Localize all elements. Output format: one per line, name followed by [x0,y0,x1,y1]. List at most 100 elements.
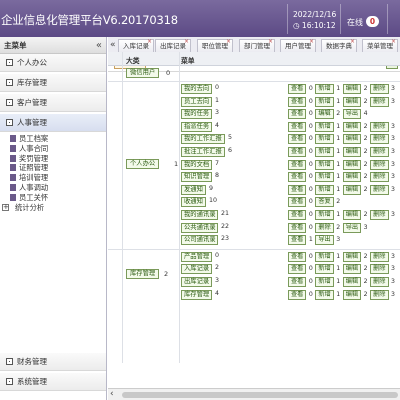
permission-checkbox[interactable]: 查看 [288,222,307,233]
close-icon[interactable]: × [147,37,152,48]
permission-checkbox[interactable]: 删除 [370,289,389,300]
sidebar-item-personal-office[interactable]: 个人办公 [0,54,106,72]
permission-checkbox[interactable]: 编辑 [342,84,362,94]
permission-checkbox[interactable]: 查看 [288,134,307,145]
tab-departments[interactable]: 部门管理 × [239,38,275,53]
tree-item-employee-files[interactable]: 员工档案 [10,134,106,144]
permission-checkbox[interactable]: 查看 [288,84,307,94]
sidebar-item-hr[interactable]: 人事管理 [0,114,106,132]
close-icon[interactable]: × [184,37,189,48]
permission-checkbox[interactable]: 删除 [370,184,389,195]
tree-item-care[interactable]: 员工关怀 [10,193,106,203]
menu-item-button[interactable]: 我的工作汇报 [181,134,225,145]
permission-checkbox[interactable]: 编辑 [342,172,362,183]
permission-checkbox[interactable]: 查看 [288,184,307,195]
permission-checkbox[interactable]: 删除 [370,96,389,107]
permission-checkbox[interactable]: 查看 [288,210,307,220]
permission-checkbox[interactable]: 删除 [370,172,389,183]
permission-checkbox[interactable]: 导出 [342,222,362,233]
menu-item-button[interactable]: 出库记录 [181,277,213,287]
tab-users[interactable]: 用户管理 × [280,37,316,53]
permission-checkbox[interactable]: 删除 [370,264,389,275]
permission-checkbox[interactable]: 删除 [315,222,334,233]
permission-checkbox[interactable]: 查看 [288,96,307,107]
tab-scroll-left-icon[interactable]: « [110,40,116,50]
permission-checkbox[interactable]: 导出 [315,235,334,246]
close-icon[interactable]: × [350,37,355,48]
close-icon[interactable]: × [226,37,231,48]
permission-checkbox[interactable]: 删除 [370,147,389,157]
permission-checkbox[interactable]: 删除 [370,277,389,287]
permission-checkbox[interactable]: 编辑 [342,96,362,107]
permission-checkbox[interactable]: 新增 [315,264,334,275]
permission-checkbox[interactable]: 新增 [315,84,334,94]
sidebar-item-inventory[interactable]: 库存管理 [0,74,106,92]
tree-item-statistics[interactable]: + 统计分析 [2,203,106,213]
category-wechat-users[interactable]: 微信用户 [126,68,160,78]
permission-checkbox[interactable]: 编辑 [315,109,334,120]
permission-checkbox[interactable]: 新增 [315,96,334,107]
tab-positions[interactable]: 职位管理 × [197,37,233,53]
permission-checkbox[interactable]: 新增 [315,121,334,132]
menu-item-button[interactable]: 公司通讯录 [181,235,219,246]
menu-item-button[interactable]: 产品管理 [181,251,213,262]
permission-checkbox[interactable]: 删除 [370,251,389,262]
permission-checkbox[interactable]: 查看 [288,197,307,208]
sidebar-item-finance[interactable]: 财务管理 [0,353,106,371]
permission-checkbox[interactable]: 新增 [315,210,334,220]
menu-item-button[interactable]: 我的去向 [181,84,213,94]
tab-menus[interactable]: 菜单管理 × [362,37,398,53]
permission-checkbox[interactable]: 编辑 [342,251,362,262]
permission-checkbox[interactable]: 新增 [315,289,334,300]
tree-item-rewards[interactable]: 奖罚管理 [10,154,106,164]
collapse-sidebar-icon[interactable]: « [96,37,102,54]
tab-outbound[interactable]: 出库记录 × [155,37,191,53]
menu-item-button[interactable]: 入库记录 [181,264,213,275]
permission-checkbox[interactable]: 删除 [370,84,389,94]
sidebar-item-system[interactable]: 系统管理 [0,373,106,391]
permission-checkbox[interactable]: 编辑 [342,210,362,220]
tree-item-certificates[interactable]: 证照管理 [10,163,106,173]
permission-checkbox[interactable]: 编辑 [342,289,362,300]
permission-checkbox[interactable]: 编辑 [342,159,362,170]
permission-checkbox[interactable]: 新增 [315,251,334,262]
permission-checkbox[interactable]: 查看 [288,172,307,183]
permission-checkbox[interactable]: 查看 [288,121,307,132]
permission-checkbox[interactable]: 新增 [315,134,334,145]
scrollbar-thumb[interactable] [122,392,398,398]
menu-item-button[interactable]: 公共通讯录 [181,222,219,233]
sidebar-item-customers[interactable]: 客户管理 [0,94,106,112]
menu-item-button[interactable]: 我的任务 [181,109,213,120]
menu-item-button[interactable]: 知识管理 [181,172,213,183]
tree-item-training[interactable]: 培训管理 [10,173,106,183]
permission-checkbox[interactable]: 编辑 [342,264,362,275]
menu-item-button[interactable]: 收通知 [181,197,206,208]
menu-item-button[interactable]: 指派任务 [181,121,213,132]
permission-checkbox[interactable]: 导出 [342,109,362,120]
category-inventory[interactable]: 库存管理 [126,269,160,280]
permission-checkbox[interactable]: 新增 [315,277,334,287]
permission-checkbox[interactable]: 新增 [315,159,334,170]
tree-item-hr-contract[interactable]: 人事合同 [10,144,106,154]
menu-item-button[interactable]: 员工去向 [181,96,213,107]
permission-checkbox[interactable]: 编辑 [342,121,362,132]
category-personal-office[interactable]: 个人办公 [126,158,160,169]
permission-checkbox[interactable]: 查看 [288,277,307,287]
tree-item-transfer[interactable]: 人事调动 [10,183,106,193]
permission-checkbox[interactable]: 新增 [315,147,334,157]
tab-inbound[interactable]: 入库记录 × [118,37,154,53]
menu-item-button[interactable]: 批注工作汇报 [181,147,225,157]
permission-checkbox[interactable]: 新增 [315,172,334,183]
permission-checkbox[interactable]: 新增 [315,184,334,195]
expand-plus-icon[interactable]: + [2,203,9,211]
permission-checkbox[interactable]: 查看 [288,289,307,300]
permission-checkbox[interactable]: 删除 [370,159,389,170]
permission-checkbox[interactable]: 答复 [315,197,334,208]
menu-item-button[interactable]: 库存管理 [181,289,213,300]
permission-checkbox[interactable]: 查看 [288,147,307,157]
close-icon[interactable]: × [309,37,314,48]
permission-checkbox[interactable]: 删除 [370,134,389,145]
online-count-badge[interactable]: 0 [366,16,379,27]
permission-checkbox[interactable]: 删除 [370,121,389,132]
close-icon[interactable]: × [391,37,396,48]
